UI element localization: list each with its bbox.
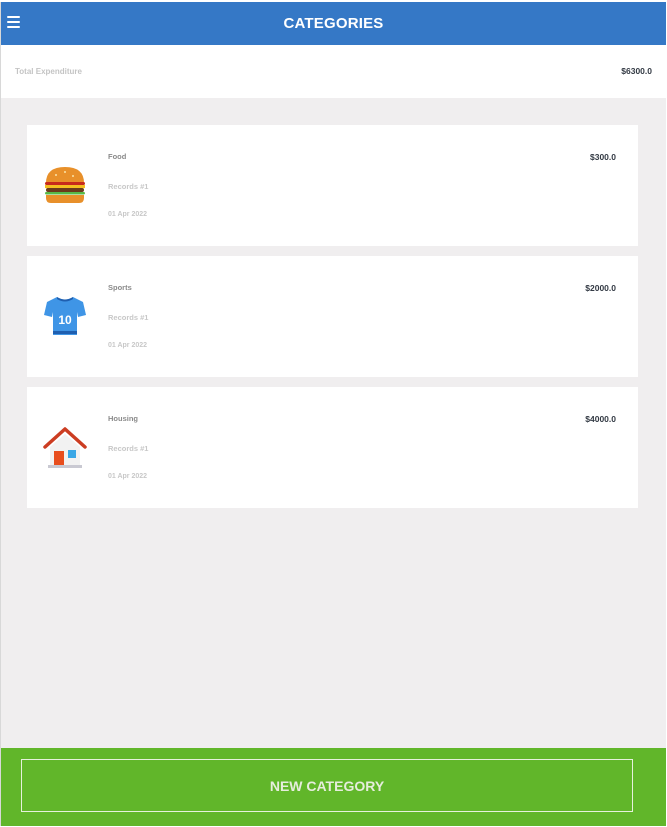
category-name: Housing — [108, 414, 138, 423]
category-date: 01 Apr 2022 — [108, 211, 148, 218]
category-date: 01 Apr 2022 — [108, 342, 148, 349]
app-screen: CATEGORIES Total Expenditure $6300.0 Foo… — [0, 2, 666, 826]
total-expenditure-value: $6300.0 — [621, 66, 652, 76]
burger-icon — [43, 163, 87, 207]
total-expenditure-label: Total Expenditure — [15, 67, 82, 76]
category-records: Records #1 — [108, 444, 149, 453]
new-category-button[interactable]: NEW CATEGORY — [21, 759, 633, 812]
category-name: Food — [108, 152, 127, 161]
top-bar: CATEGORIES — [1, 2, 666, 45]
category-records: Records #1 — [108, 313, 149, 322]
category-records: Records #1 — [108, 182, 149, 191]
jersey-icon: 10 — [43, 294, 87, 338]
category-date: 01 Apr 2022 — [108, 473, 148, 480]
page-title: CATEGORIES — [283, 15, 384, 32]
category-card-food[interactable]: Food Records #1 01 Apr 2022 $300.0 — [27, 125, 638, 246]
category-amount: $4000.0 — [585, 414, 616, 424]
category-name: Sports — [108, 283, 132, 292]
house-icon — [43, 425, 87, 469]
total-expenditure-bar: Total Expenditure $6300.0 — [1, 45, 666, 98]
hamburger-menu-icon[interactable] — [7, 16, 20, 28]
category-card-sports[interactable]: 10 Sports Records #1 01 Apr 2022 $2000.0 — [27, 256, 638, 377]
category-amount: $2000.0 — [585, 283, 616, 293]
jersey-number: 10 — [58, 313, 72, 327]
category-amount: $300.0 — [590, 152, 616, 162]
category-card-housing[interactable]: Housing Records #1 01 Apr 2022 $4000.0 — [27, 387, 638, 508]
bottom-bar: NEW CATEGORY — [1, 748, 666, 826]
